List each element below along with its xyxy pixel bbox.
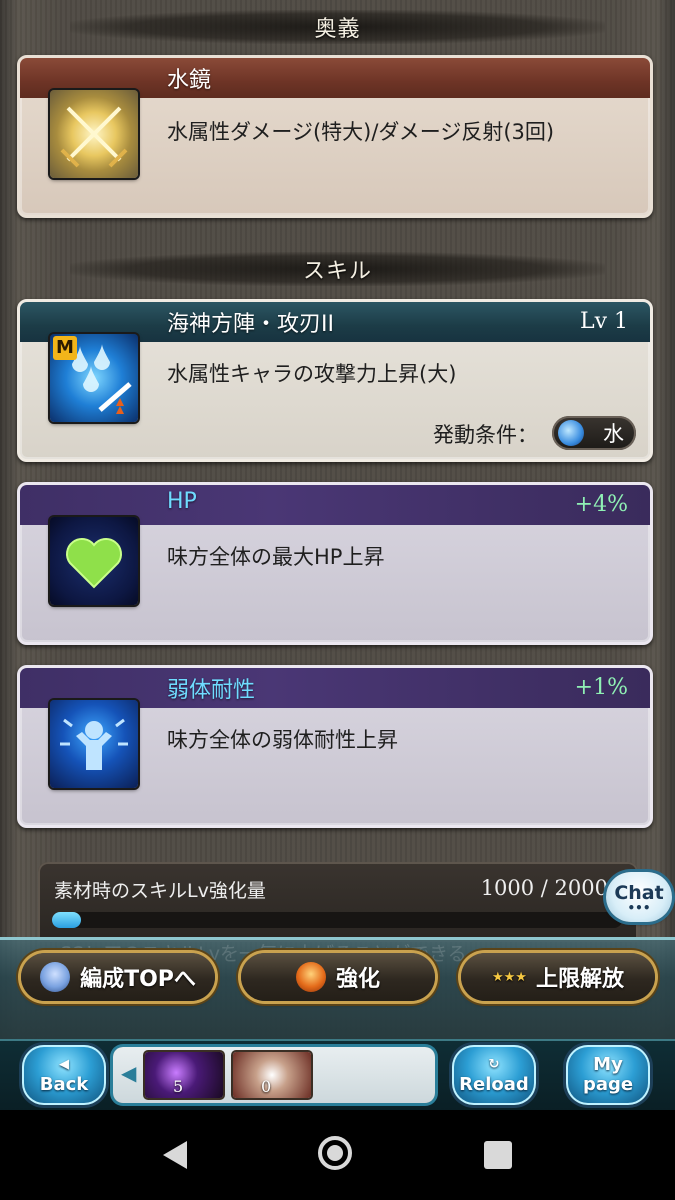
reload-button[interactable]: ↻ Reload (452, 1045, 536, 1105)
support-skill-description: 味方全体の最大HP上昇 (167, 545, 385, 569)
green-heart-icon (50, 517, 138, 605)
system-recents-icon[interactable] (484, 1141, 512, 1169)
skill-name: 海神方陣・攻刃II (167, 312, 334, 337)
mypage-label-top: My (593, 1054, 623, 1075)
uncap-button[interactable]: ★★★ 上限解放 (461, 953, 655, 1001)
support-skill-name: 弱体耐性 (167, 678, 256, 703)
support-skill-value: +4% (574, 492, 628, 517)
item-count: 5 (173, 1077, 184, 1096)
condition-pill: 水 (552, 416, 636, 450)
support-skill-name: HP (167, 489, 197, 514)
skill-badge: M (53, 336, 77, 360)
material-skill-panel: 素材時のスキルLv強化量 1000 / 2000 (38, 862, 638, 942)
support-skill-description: 味方全体の弱体耐性上昇 (167, 728, 398, 752)
reload-label: Reload (459, 1074, 529, 1095)
stars-icon: ★★★ (491, 969, 527, 985)
support-skill-value: +1% (574, 675, 628, 700)
up-arrow-icon (295, 962, 326, 992)
back-button[interactable]: ◀ Back (22, 1045, 106, 1105)
system-navigation-bar (0, 1110, 675, 1200)
item-count: 0 (261, 1077, 272, 1096)
ougi-header-text: 奥義 (314, 17, 361, 42)
party-top-button[interactable]: 編成TOPへ (21, 953, 215, 1001)
bottom-navigation: ◀ Back ◀ 5 0 ↻ Reload My page (0, 1039, 675, 1110)
material-value: 1000 / 2000 (480, 876, 608, 900)
ougi-section-header: 奥義 (70, 10, 605, 44)
ougi-card[interactable]: 水鏡 水属性ダメージ(特大)/ダメージ反射(3回) (17, 55, 653, 218)
material-label: 素材時のスキルLv強化量 (54, 880, 266, 902)
item-slot[interactable]: 5 (145, 1052, 223, 1098)
water-element-icon (558, 420, 584, 446)
enhance-label: 強化 (335, 967, 380, 992)
action-bar: SSレアのスキルLvを一気に上げることができる 編成TOPへ 強化 ★★★ 上限… (0, 937, 675, 1039)
reload-icon: ↻ (488, 1057, 500, 1072)
skill-level: Lv 1 (579, 309, 628, 334)
skill-section-header: スキル (70, 252, 605, 286)
material-progress-fill (52, 912, 81, 928)
system-home-icon[interactable] (318, 1136, 352, 1170)
crossed-swords-icon (50, 90, 138, 178)
mypage-button[interactable]: My page (566, 1045, 650, 1105)
enhance-button[interactable]: 強化 (241, 953, 435, 1001)
uncap-label: 上限解放 (535, 967, 624, 992)
system-back-icon[interactable] (163, 1141, 187, 1169)
left-arrow-icon[interactable]: ◀ (121, 1061, 136, 1085)
skill-description: 水属性キャラの攻撃力上昇(大) (167, 362, 457, 386)
ougi-name: 水鏡 (167, 68, 212, 93)
resistance-figure-icon (50, 700, 138, 788)
skill-card[interactable]: 海神方陣・攻刃II Lv 1 水属性キャラの攻撃力上昇(大) M 発動条件： 水 (17, 299, 653, 462)
skill-header-text: スキル (302, 259, 372, 284)
water-sword-icon: M (50, 334, 138, 422)
party-top-label: 編成TOPへ (80, 967, 196, 992)
condition-value: 水 (603, 422, 624, 446)
chat-button[interactable]: Chat ••• (606, 872, 672, 922)
chat-dots-icon: ••• (627, 901, 651, 915)
support-skill-card[interactable]: 弱体耐性 +1% 味方全体の弱体耐性上昇 (17, 665, 653, 828)
support-skill-card[interactable]: HP +4% 味方全体の最大HP上昇 (17, 482, 653, 645)
back-arrow-icon: ◀ (59, 1057, 69, 1072)
condition-label: 発動条件： (433, 423, 538, 447)
material-progress-track (52, 912, 622, 928)
item-slot[interactable]: 0 (233, 1052, 311, 1098)
back-label: Back (39, 1074, 89, 1095)
mypage-label-bottom: page (582, 1074, 634, 1095)
ougi-description: 水属性ダメージ(特大)/ダメージ反射(3回) (167, 120, 555, 144)
item-strip[interactable]: ◀ 5 0 (113, 1047, 435, 1103)
party-icon (40, 962, 71, 992)
